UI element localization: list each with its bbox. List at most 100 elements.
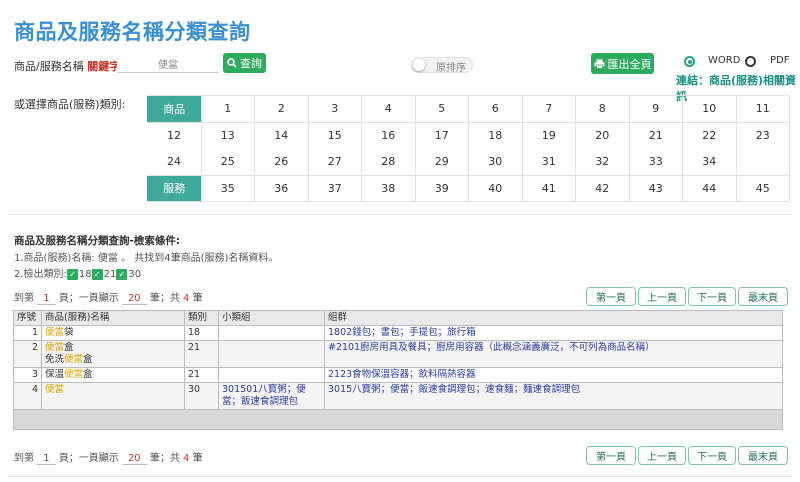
pager-to-label: 到第	[14, 293, 34, 304]
class-cell[interactable]: 19	[522, 122, 576, 149]
class-cell[interactable]: 15	[308, 122, 362, 149]
pdf-radio[interactable]	[745, 56, 756, 67]
sort-toggle[interactable]: 原排序	[411, 57, 473, 74]
class-cell[interactable]: 10	[682, 95, 737, 123]
page-input[interactable]: 1	[37, 293, 56, 305]
table-row: 3 保溫便當盒 21 2123食物保溫容器；飲料隔熱容器	[13, 367, 783, 383]
item-name-text: 盒	[64, 342, 74, 353]
first-page-button[interactable]: 第一頁	[586, 287, 636, 306]
check-icon: ✓	[116, 268, 128, 280]
class-cell[interactable]: 35	[201, 174, 255, 202]
next-page-button[interactable]: 下一頁	[688, 446, 736, 465]
class-cell[interactable]: 37	[308, 174, 362, 202]
class-cell[interactable]: 8	[575, 95, 630, 123]
class-picker-label: 或選擇商品(服務)類別:	[14, 98, 126, 111]
class-cell[interactable]: 45	[736, 174, 790, 202]
query-button[interactable]: 查詢	[223, 53, 266, 73]
class-cell[interactable]: 9	[629, 95, 683, 123]
class-cell[interactable]: 38	[361, 174, 416, 202]
prev-page-button[interactable]: 上一頁	[638, 446, 686, 465]
pager-total-suffix: 筆	[192, 293, 203, 304]
class-cell[interactable]: 7	[522, 95, 576, 123]
row-index: 3	[13, 367, 42, 383]
class-cell[interactable]: 4	[361, 95, 416, 123]
detected-class[interactable]: 18	[79, 269, 92, 280]
class-cell	[736, 148, 790, 175]
class-cell[interactable]: 23	[736, 122, 790, 149]
class-cell[interactable]: 32	[575, 148, 630, 175]
class-cell[interactable]: 40	[468, 174, 523, 202]
class-cell[interactable]: 31	[522, 148, 576, 175]
services-header: 服務	[147, 174, 202, 202]
class-cell[interactable]: 13	[201, 122, 255, 149]
class-cell[interactable]: 29	[415, 148, 469, 175]
per-page-input[interactable]: 20	[121, 453, 147, 465]
keyword-input[interactable]	[117, 54, 219, 73]
detected-class[interactable]: 30	[128, 269, 141, 280]
class-cell[interactable]: 34	[682, 148, 737, 175]
class-cell[interactable]: 18	[468, 122, 523, 149]
item-class: 21	[184, 340, 219, 368]
last-page-button[interactable]: 最末頁	[738, 446, 788, 465]
class-cell[interactable]: 2	[254, 95, 309, 123]
total-count: 4	[183, 293, 190, 304]
item-subgroup[interactable]: 301501八寶粥；便當；飯速食調理包	[218, 382, 325, 410]
class-cell[interactable]: 20	[575, 122, 630, 149]
divider	[8, 476, 792, 477]
class-cell[interactable]: 42	[575, 174, 630, 202]
class-cell[interactable]: 12	[147, 122, 202, 149]
class-cell[interactable]: 27	[308, 148, 362, 175]
word-label: WORD	[708, 55, 741, 66]
class-cell[interactable]: 17	[415, 122, 469, 149]
check-icon: ✓	[66, 268, 78, 280]
detected-class[interactable]: 21	[104, 269, 117, 280]
class-cell[interactable]: 6	[468, 95, 523, 123]
export-button[interactable]: 匯出全頁	[591, 53, 654, 74]
class-cell[interactable]: 39	[415, 174, 469, 202]
class-cell[interactable]: 33	[629, 148, 683, 175]
item-group[interactable]: 2123食物保溫容器；飲料隔熱容器	[324, 367, 783, 383]
word-radio[interactable]	[684, 56, 695, 67]
class-cell[interactable]: 28	[361, 148, 416, 175]
class-cell[interactable]: 26	[254, 148, 309, 175]
first-page-button[interactable]: 第一頁	[586, 446, 636, 465]
prev-page-button[interactable]: 上一頁	[638, 287, 686, 306]
next-page-button[interactable]: 下一頁	[688, 287, 736, 306]
export-button-label: 匯出全頁	[607, 57, 652, 71]
item-name-text: 保溫	[45, 369, 65, 380]
row-index: 1	[13, 325, 42, 341]
conditions-line1: 1.商品(服務)名稱: 便當 。 共找到4筆商品(服務)名稱資料。	[14, 253, 279, 264]
class-cell[interactable]: 41	[522, 174, 576, 202]
item-group[interactable]: 3015八寶粥；便當；飯速食調理包；速食麵；麵速食調理包	[324, 382, 783, 410]
class-cell[interactable]: 5	[415, 95, 469, 123]
page-input[interactable]: 1	[37, 453, 56, 465]
per-page-input[interactable]: 20	[121, 293, 147, 305]
class-cell[interactable]: 21	[629, 122, 683, 149]
class-cell[interactable]: 24	[147, 148, 202, 175]
keyword-highlight: 便當	[64, 369, 84, 380]
table-footer-row	[13, 409, 783, 430]
item-group[interactable]: 1802錢包；書包；手提包；旅行箱	[324, 325, 783, 341]
divider	[8, 214, 792, 215]
class-cell[interactable]: 43	[629, 174, 683, 202]
class-cell[interactable]: 25	[201, 148, 255, 175]
class-cell[interactable]: 30	[468, 148, 523, 175]
class-cell[interactable]: 11	[736, 95, 790, 123]
total-count: 4	[183, 453, 190, 464]
pdf-label: PDF	[770, 55, 790, 66]
class-cell[interactable]: 44	[682, 174, 737, 202]
class-cell[interactable]: 22	[682, 122, 737, 149]
class-cell[interactable]: 36	[254, 174, 309, 202]
class-cell[interactable]: 3	[308, 95, 362, 123]
row-index: 4	[13, 382, 42, 410]
class-cell[interactable]: 14	[254, 122, 309, 149]
page-title: 商品及服務名稱分類查詢	[14, 20, 251, 44]
pager-info-bottom: 到第 1 頁；一頁顯示 20 筆；共 4 筆	[14, 449, 203, 465]
class-cell[interactable]: 1	[201, 95, 255, 123]
item-class: 18	[184, 325, 219, 341]
class-cell[interactable]: 16	[361, 122, 416, 149]
last-page-button[interactable]: 最末頁	[738, 287, 788, 306]
item-name: 便當袋	[41, 325, 185, 341]
item-subgroup	[218, 340, 325, 368]
item-group[interactable]: #2101廚房用具及餐具；廚房用容器（此概念涵義廣泛，不可列為商品名稱）	[324, 340, 783, 368]
